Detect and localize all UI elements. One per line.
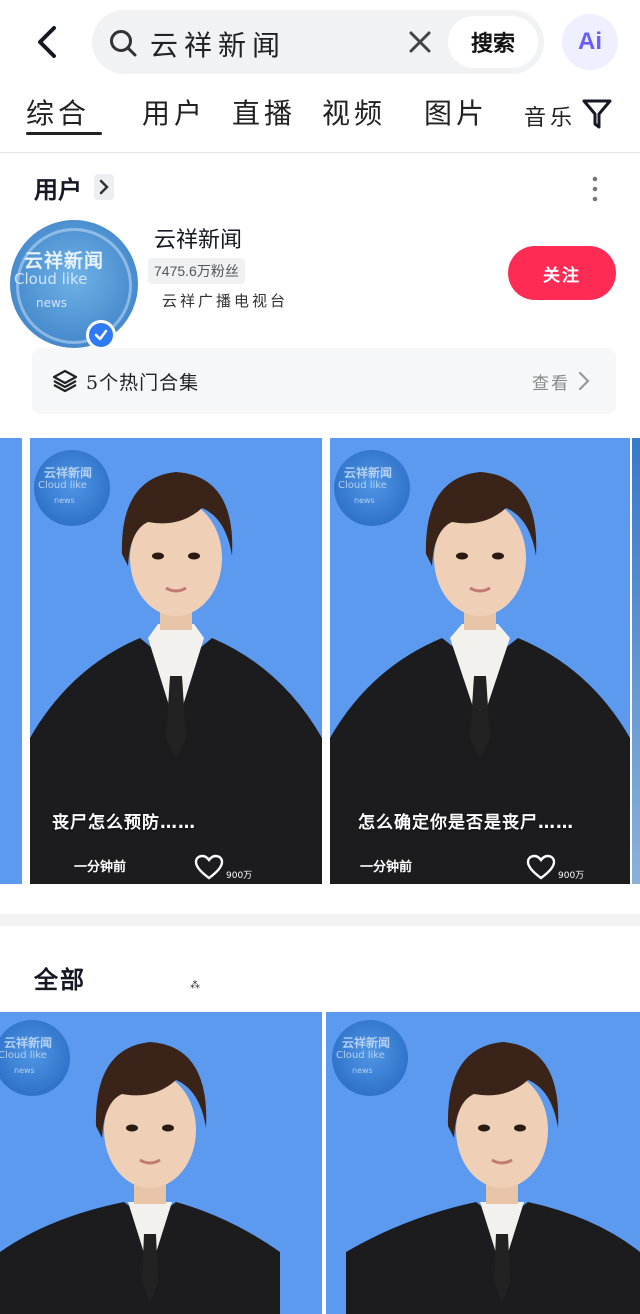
user-name[interactable]: 云祥新闻 bbox=[154, 222, 242, 254]
watermark-sub2: news bbox=[352, 1066, 373, 1075]
likes-count: 900万 bbox=[558, 871, 585, 881]
small-mark: ⁂ bbox=[190, 980, 200, 991]
layers-icon bbox=[52, 369, 78, 393]
video-card-partial[interactable] bbox=[0, 438, 22, 884]
verified-badge-icon bbox=[86, 320, 116, 350]
video-card-partial[interactable] bbox=[632, 438, 640, 884]
avatar[interactable]: 云祥新闻 Cloud like news bbox=[10, 220, 138, 348]
users-section-title: 用户 bbox=[34, 175, 82, 204]
tab-videos[interactable]: 视频 bbox=[322, 92, 386, 132]
watermark-sub2: news bbox=[354, 496, 375, 505]
top-bar: 云祥新闻 搜索 Ai bbox=[0, 0, 640, 84]
tab-live[interactable]: 直播 bbox=[232, 92, 296, 132]
result-card[interactable]: 云祥新闻 Cloud like news bbox=[326, 1012, 640, 1314]
follow-button[interactable]: 关注 bbox=[508, 246, 616, 300]
watermark-text: 云祥新闻 bbox=[342, 1036, 391, 1050]
video-card[interactable]: 云祥新闻 Cloud like news 怎么确定你是否是丧尸…… 一分钟前 9… bbox=[330, 438, 630, 884]
watermark-sub: Cloud like bbox=[338, 480, 387, 491]
chevron-right-icon[interactable] bbox=[94, 174, 114, 200]
search-bar[interactable]: 云祥新闻 搜索 bbox=[92, 10, 544, 74]
back-arrow-icon[interactable] bbox=[30, 22, 66, 62]
avatar-logo-sub: Cloud like bbox=[14, 270, 88, 288]
watermark-sub: Cloud like bbox=[38, 480, 87, 491]
watermark-text: 云祥新闻 bbox=[44, 466, 93, 480]
clear-icon[interactable] bbox=[406, 28, 434, 56]
result-card[interactable]: 云祥新闻 Cloud like news bbox=[0, 1012, 322, 1314]
watermark-sub: Cloud like bbox=[336, 1050, 385, 1061]
watermark-sub2: news bbox=[14, 1066, 35, 1075]
chevron-right-icon bbox=[578, 371, 590, 391]
avatar-logo-sub2: news bbox=[36, 296, 68, 310]
divider bbox=[0, 152, 640, 153]
hot-collections-bar[interactable]: 5个热门合集 查看 bbox=[32, 348, 616, 414]
video-caption: 怎么确定你是否是丧尸…… bbox=[358, 813, 574, 833]
watermark-text: 云祥新闻 bbox=[4, 1036, 53, 1050]
watermark-text: 云祥新闻 bbox=[344, 466, 393, 480]
tab-active-indicator bbox=[26, 132, 102, 135]
channel-logo-watermark: 云祥新闻 Cloud like news bbox=[332, 1020, 408, 1096]
collection-label: 5个热门合集 bbox=[86, 372, 200, 394]
video-caption: 丧尸怎么预防…… bbox=[52, 813, 196, 833]
tab-music[interactable]: 音乐 bbox=[524, 100, 576, 132]
video-time: 一分钟前 bbox=[74, 860, 127, 875]
results-grid: 云祥新闻 Cloud like news 云祥新闻 Cloud like new… bbox=[0, 1012, 640, 1314]
tab-bar: 综合 用户 直播 视频 图片 音乐 bbox=[0, 86, 640, 150]
watermark-sub: Cloud like bbox=[0, 1050, 47, 1061]
search-icon bbox=[110, 30, 137, 57]
section-separator bbox=[0, 914, 640, 926]
video-time: 一分钟前 bbox=[360, 860, 413, 875]
all-section-title: 全部 bbox=[34, 965, 86, 994]
tab-general[interactable]: 综合 bbox=[26, 92, 90, 132]
fans-count-badge: 7475.6万粉丝 bbox=[148, 258, 245, 284]
heart-icon[interactable] bbox=[526, 854, 556, 880]
tab-users[interactable]: 用户 bbox=[142, 92, 206, 132]
ai-assistant-icon[interactable]: Ai bbox=[562, 14, 618, 70]
likes-count: 900万 bbox=[226, 871, 253, 881]
view-collections-link[interactable]: 查看 bbox=[532, 369, 570, 394]
avatar-logo-text: 云祥新闻 bbox=[24, 250, 105, 272]
channel-logo-watermark: 云祥新闻 Cloud like news bbox=[34, 450, 110, 526]
checkmark-icon bbox=[94, 329, 108, 341]
user-description: 云祥广播电视台 bbox=[162, 292, 289, 310]
heart-icon[interactable] bbox=[194, 854, 224, 880]
search-input[interactable]: 云祥新闻 bbox=[150, 24, 286, 64]
tab-images[interactable]: 图片 bbox=[424, 92, 488, 132]
video-carousel[interactable]: 云祥新闻 Cloud like news 丧尸怎么预防…… 一分钟前 900万 … bbox=[0, 438, 640, 886]
more-options-icon[interactable] bbox=[586, 174, 604, 204]
watermark-sub2: news bbox=[54, 496, 75, 505]
filter-icon[interactable] bbox=[582, 98, 612, 130]
search-button[interactable]: 搜索 bbox=[448, 16, 538, 68]
channel-logo-watermark: 云祥新闻 Cloud like news bbox=[334, 450, 410, 526]
video-card[interactable]: 云祥新闻 Cloud like news 丧尸怎么预防…… 一分钟前 900万 bbox=[30, 438, 322, 884]
